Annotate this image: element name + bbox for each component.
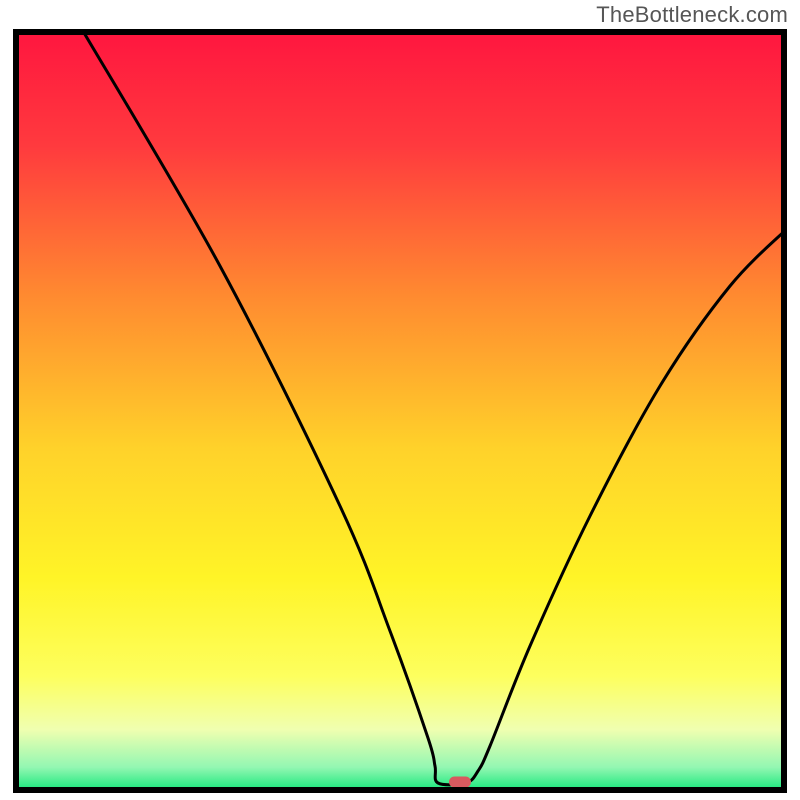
bottleneck-chart [10,26,790,796]
chart-container: TheBottleneck.com [0,0,800,800]
plot-background [16,32,784,790]
optimal-marker [449,777,471,788]
watermark-text: TheBottleneck.com [596,2,788,28]
